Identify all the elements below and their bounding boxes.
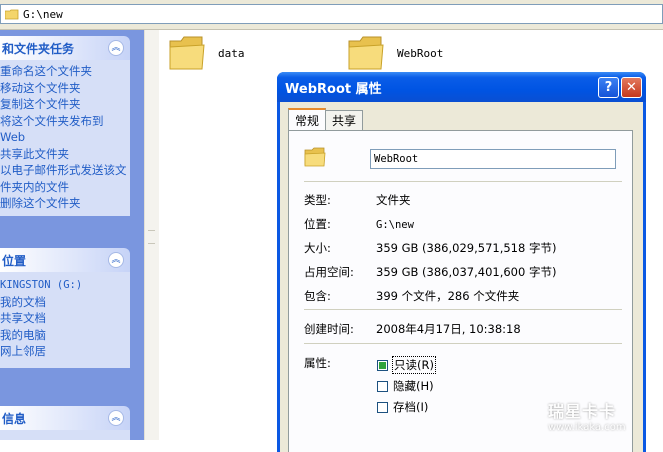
- type-label: 类型:: [304, 193, 331, 207]
- details-panel: 信息 ︽: [0, 406, 130, 440]
- place-network[interactable]: 网上邻居: [0, 343, 130, 360]
- folder-item-webroot[interactable]: WebRoot: [347, 35, 443, 71]
- task-email-folder[interactable]: 以电子邮件形式发送该文件夹内的文件: [0, 162, 130, 195]
- folder-label: data: [218, 46, 245, 60]
- folder-name-input[interactable]: WebRoot: [370, 149, 616, 169]
- task-share-folder[interactable]: 共享此文件夹: [0, 146, 130, 163]
- row-type: 类型: 文件夹: [304, 192, 411, 208]
- folder-label: WebRoot: [397, 46, 444, 60]
- row-location: 位置: G:\new: [304, 216, 414, 232]
- readonly-checkbox[interactable]: [377, 359, 388, 371]
- place-kingston-drive[interactable]: KINGSTON (G:): [0, 277, 130, 294]
- place-my-documents[interactable]: 我的文档: [0, 294, 130, 311]
- other-places-list: KINGSTON (G:) 我的文档 共享文档 我的电脑 网上邻居: [0, 272, 130, 368]
- place-shared-documents[interactable]: 共享文档: [0, 310, 130, 327]
- row-size-on-disk: 占用空间: 359 GB (386,037,401,600 字节): [304, 264, 556, 280]
- properties-dialog: WebRoot 属性 ? ✕ 常规 共享 WebRoot 类型: 文件夹 位置: G…: [277, 72, 646, 452]
- task-move-folder[interactable]: 移动这个文件夹: [0, 80, 130, 97]
- divider: [304, 343, 622, 344]
- file-tasks-header[interactable]: 和文件夹任务 ︽: [0, 36, 130, 60]
- other-places-header[interactable]: 位置 ︽: [0, 248, 130, 272]
- row-attributes: 属性:: [304, 355, 376, 371]
- dialog-titlebar[interactable]: WebRoot 属性 ? ✕: [277, 72, 646, 102]
- details-title: 信息: [2, 411, 27, 426]
- task-rename-folder[interactable]: 重命名这个文件夹: [0, 63, 130, 80]
- dialog-title: WebRoot 属性: [285, 81, 382, 97]
- place-my-computer[interactable]: 我的电脑: [0, 327, 130, 344]
- tab-sharing[interactable]: 共享: [325, 110, 364, 130]
- close-button[interactable]: ✕: [621, 76, 642, 98]
- created-label: 创建时间:: [304, 322, 354, 336]
- task-publish-folder[interactable]: 将这个文件夹发布到 Web: [0, 113, 130, 146]
- archive-label[interactable]: 存档(I): [393, 399, 428, 415]
- address-bar: G:\new: [0, 0, 663, 30]
- contains-value: 399 个文件，286 个文件夹: [376, 289, 520, 303]
- details-header[interactable]: 信息 ︽: [0, 406, 130, 430]
- size-on-disk-value: 359 GB (386,037,401,600 字节): [376, 265, 557, 279]
- divider: [304, 181, 622, 182]
- collapse-chevron-icon[interactable]: ︽: [108, 252, 124, 268]
- archive-checkbox-row[interactable]: 存档(I): [377, 399, 428, 415]
- task-delete-folder[interactable]: 删除这个文件夹: [0, 195, 130, 212]
- row-created: 创建时间: 2008年4月17日, 10:38:18: [304, 321, 521, 337]
- folder-icon: [169, 36, 205, 70]
- row-contains: 包含: 399 个文件，286 个文件夹: [304, 288, 519, 304]
- readonly-checkbox-row[interactable]: 只读(R): [377, 356, 436, 374]
- readonly-label[interactable]: 只读(R): [392, 356, 436, 374]
- watermark-url: www.ikaka.com: [548, 422, 626, 433]
- other-places-title: 位置: [2, 253, 27, 268]
- created-value: 2008年4月17日, 10:38:18: [376, 322, 521, 336]
- other-places-panel: 位置 ︽ KINGSTON (G:) 我的文档 共享文档 我的电脑 网上邻居: [0, 248, 130, 368]
- help-button[interactable]: ?: [598, 76, 619, 98]
- size-label: 大小:: [304, 241, 331, 255]
- folder-item-data[interactable]: data: [168, 35, 245, 71]
- task-copy-folder[interactable]: 复制这个文件夹: [0, 96, 130, 113]
- row-size: 大小: 359 GB (386,029,571,518 字节): [304, 240, 556, 256]
- location-label: 位置:: [304, 217, 331, 231]
- hidden-checkbox[interactable]: [377, 380, 388, 392]
- divider: [304, 309, 622, 310]
- address-input[interactable]: G:\new: [0, 4, 663, 24]
- file-tasks-panel: 和文件夹任务 ︽ 重命名这个文件夹 移动这个文件夹 复制这个文件夹 将这个文件夹…: [0, 36, 130, 216]
- tab-general[interactable]: 常规: [288, 108, 327, 130]
- file-tasks-list: 重命名这个文件夹 移动这个文件夹 复制这个文件夹 将这个文件夹发布到 Web 共…: [0, 60, 130, 216]
- size-value: 359 GB (386,029,571,518 字节): [376, 241, 557, 255]
- hidden-label[interactable]: 隐藏(H): [393, 378, 434, 394]
- task-pane: 和文件夹任务 ︽ 重命名这个文件夹 移动这个文件夹 复制这个文件夹 将这个文件夹…: [0, 30, 144, 440]
- pane-scrollbar[interactable]: [144, 30, 159, 440]
- collapse-chevron-icon[interactable]: ︽: [108, 410, 124, 426]
- attributes-label: 属性:: [304, 356, 331, 370]
- scroll-grip[interactable]: [148, 230, 155, 244]
- contains-label: 包含:: [304, 289, 331, 303]
- watermark-logo-text: 瑞星卡卡: [548, 402, 617, 421]
- size-on-disk-label: 占用空间:: [304, 265, 354, 279]
- folder-icon: [304, 147, 326, 167]
- address-path: G:\new: [23, 7, 63, 21]
- archive-checkbox[interactable]: [377, 401, 388, 413]
- location-value: G:\new: [376, 219, 414, 231]
- watermark: 瑞星卡卡 www.ikaka.com: [548, 398, 626, 433]
- type-value: 文件夹: [376, 193, 411, 207]
- details-body: [0, 430, 130, 440]
- collapse-chevron-icon[interactable]: ︽: [108, 40, 124, 56]
- hidden-checkbox-row[interactable]: 隐藏(H): [377, 378, 434, 394]
- folder-icon: [5, 9, 19, 19]
- file-tasks-title: 和文件夹任务: [2, 41, 75, 56]
- folder-icon: [348, 36, 384, 70]
